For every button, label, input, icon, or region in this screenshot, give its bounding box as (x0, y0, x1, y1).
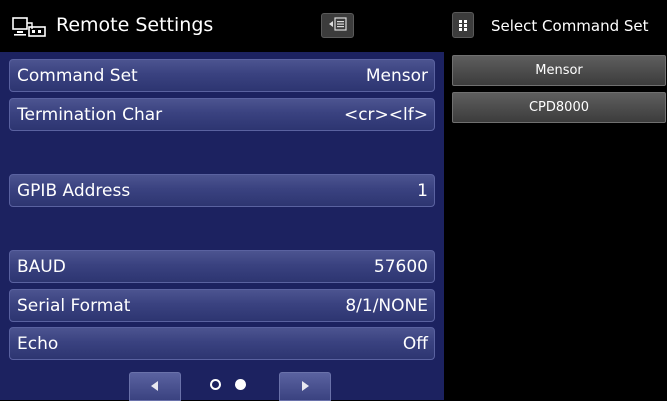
row-label: GPIB Address (17, 180, 131, 201)
row-value: 8/1/NONE (345, 295, 428, 316)
row-label: Termination Char (17, 104, 163, 125)
selector-menu-button[interactable] (452, 12, 474, 38)
row-label: Echo (17, 333, 59, 354)
selector-title: Select Command Set (491, 17, 649, 35)
previous-page-button[interactable] (129, 372, 181, 401)
row-value: 1 (417, 180, 428, 201)
settings-panel: Command Set Mensor Termination Char <cr>… (0, 52, 444, 401)
row-value: 57600 (373, 256, 428, 277)
termination-char-row[interactable]: Termination Char <cr><lf> (9, 98, 435, 131)
list-menu-icon (328, 16, 347, 35)
remote-computer-icon (12, 17, 46, 41)
command-set-row[interactable]: Command Set Mensor (9, 59, 435, 92)
option-cpd8000[interactable]: CPD8000 (452, 92, 666, 123)
baud-row[interactable]: BAUD 57600 (9, 250, 435, 283)
menu-button[interactable] (321, 13, 354, 38)
echo-row[interactable]: Echo Off (9, 327, 435, 360)
page-indicator-dot (235, 379, 246, 390)
row-label: BAUD (17, 256, 66, 277)
page-title: Remote Settings (56, 14, 214, 36)
serial-format-row[interactable]: Serial Format 8/1/NONE (9, 289, 435, 322)
arrow-left-icon (150, 377, 160, 396)
gpib-address-row[interactable]: GPIB Address 1 (9, 174, 435, 207)
grid-dots-icon (458, 16, 468, 35)
page-navigation (0, 367, 444, 401)
option-mensor[interactable]: Mensor (452, 55, 666, 86)
row-label: Serial Format (17, 295, 131, 316)
arrow-right-icon (300, 377, 310, 396)
row-label: Command Set (17, 65, 138, 86)
settings-header: Remote Settings (0, 0, 444, 52)
row-value: Off (402, 333, 428, 354)
row-value: Mensor (365, 65, 428, 86)
row-value: <cr><lf> (343, 104, 428, 125)
page-indicator-dot (210, 379, 221, 390)
selector-header: Select Command Set (444, 0, 667, 52)
next-page-button[interactable] (279, 372, 331, 401)
